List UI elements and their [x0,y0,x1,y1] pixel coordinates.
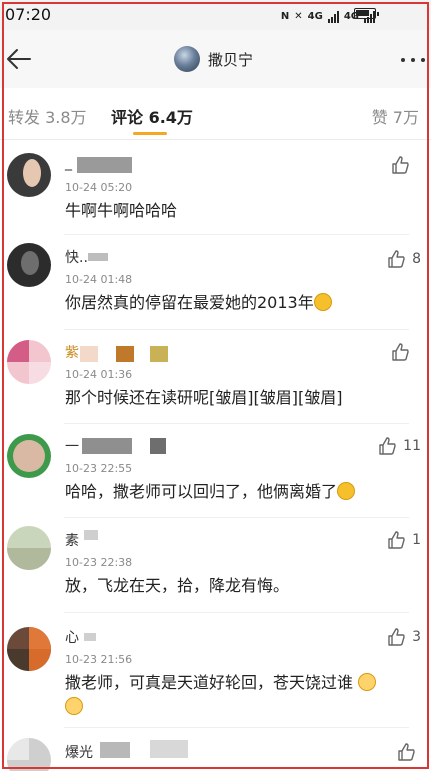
nfc-icon: N [280,11,290,22]
avatar[interactable] [7,526,51,570]
comment-time: 10-24 01:36 [65,368,133,381]
redacted-name [150,346,168,362]
redacted-name [82,438,132,454]
thumbs-up-icon [388,628,405,646]
avatar[interactable] [7,738,51,771]
tab-reposts[interactable]: 转发 3.8万 [8,104,87,128]
comment-username[interactable]: 素 [65,530,79,550]
comment-text: 你居然真的停留在最爱她的2013年 [65,291,332,315]
comment-time: 10-23 22:38 [65,556,133,569]
nav-bar: 撒贝宁 [0,30,431,88]
thumbs-up-icon [392,156,409,174]
list-item[interactable]: 爆光 [0,728,431,771]
like-button[interactable]: 11 [377,436,421,456]
laughing-emoji-icon [337,482,356,500]
like-count: 8 [412,251,421,267]
page-title: 撒贝宁 [208,50,254,69]
redacted-name [116,346,134,362]
comment-time: 10-24 05:20 [65,181,133,194]
dog-emoji-icon [358,673,377,691]
network-type-1: 4G [307,11,323,22]
comment-username[interactable]: 紫 [65,342,79,362]
list-item[interactable]: 紫 10-24 01:36 那个时候还在读研呢[皱眉][皱眉][皱眉] [0,330,431,423]
redacted-name [100,742,130,758]
list-item[interactable]: 心 10-23 21:56 撒老师，可真是天道好轮回，苍天饶过谁 3 [0,613,431,727]
thumbs-up-icon [392,343,409,361]
comment-username[interactable]: 快.. [65,247,88,267]
list-item[interactable]: _ 10-24 05:20 牛啊牛啊哈哈哈 [0,141,431,234]
signal-icon [327,11,339,23]
comment-username[interactable]: 一 [65,436,79,456]
like-count: 3 [412,629,421,645]
redacted-name [80,346,98,362]
comment-time: 10-23 21:56 [65,653,133,666]
avatar[interactable] [7,434,51,478]
thumbs-up-icon [379,437,396,455]
crying-emoji-icon [313,293,332,311]
tab-comments[interactable]: 评论 6.4万 [111,104,193,128]
thumbs-up-icon [388,250,405,268]
comment-text: 放，飞龙在天，拾，降龙有悔。 [65,576,290,595]
active-tab-indicator [133,132,167,135]
tab-likes[interactable]: 赞 7万 [372,104,419,128]
like-count: 11 [403,438,421,454]
back-arrow-icon [7,49,31,69]
thumbs-up-icon [388,531,405,549]
comment-text: 牛啊牛啊哈哈哈 [65,201,178,220]
tab-bar: 转发 3.8万 评论 6.4万 赞 7万 [0,88,431,140]
mute-icon: ✕ [294,11,303,22]
more-icon [401,58,405,62]
redacted-name [150,438,166,454]
redacted-name [84,633,96,641]
dog-emoji-icon [65,697,83,715]
redacted-name [77,157,132,173]
thumbs-up-icon [398,743,415,761]
avatar[interactable] [7,340,51,384]
like-button[interactable]: 3 [386,627,421,647]
comment-text: 撒老师，可真是天道好轮回，苍天饶过谁 [65,671,415,719]
avatar[interactable] [7,627,51,671]
avatar[interactable] [174,46,200,72]
list-item[interactable]: 素 10-23 22:38 放，飞龙在天，拾，降龙有悔。 1 [0,518,431,612]
list-item[interactable]: 快.. 10-24 01:48 你居然真的停留在最爱她的2013年 8 [0,235,431,329]
list-item[interactable]: 一 10-23 22:55 哈哈，撒老师可以回归了，他俩离婚了 11 [0,424,431,517]
avatar[interactable] [7,243,51,287]
comment-text: 哈哈，撒老师可以回归了，他俩离婚了 [65,480,356,504]
avatar[interactable] [7,153,51,197]
back-button[interactable] [4,44,34,74]
comment-username[interactable]: 爆光 [65,742,93,762]
status-time: 07:20 [5,5,52,24]
like-button[interactable]: 1 [386,530,421,550]
comment-time: 10-24 01:48 [65,273,133,286]
like-button[interactable] [390,155,416,175]
like-button[interactable]: 8 [386,249,421,269]
battery-icon [354,8,379,19]
comment-text: 那个时候还在读研呢[皱眉][皱眉][皱眉] [65,388,343,407]
like-button[interactable] [390,342,416,362]
status-bar: 07:20 N ✕ 4G 4G [0,0,431,30]
redacted-name [84,530,98,540]
comment-time: 10-23 22:55 [65,462,133,475]
profile-header[interactable]: 撒贝宁 [174,44,253,74]
comment-username[interactable]: 心 [65,627,79,647]
redacted-name [150,740,188,758]
comment-username[interactable]: _ [65,155,72,171]
like-count: 1 [412,532,421,548]
more-button[interactable] [401,58,425,62]
redacted-name [88,253,108,261]
like-button[interactable] [396,742,416,762]
